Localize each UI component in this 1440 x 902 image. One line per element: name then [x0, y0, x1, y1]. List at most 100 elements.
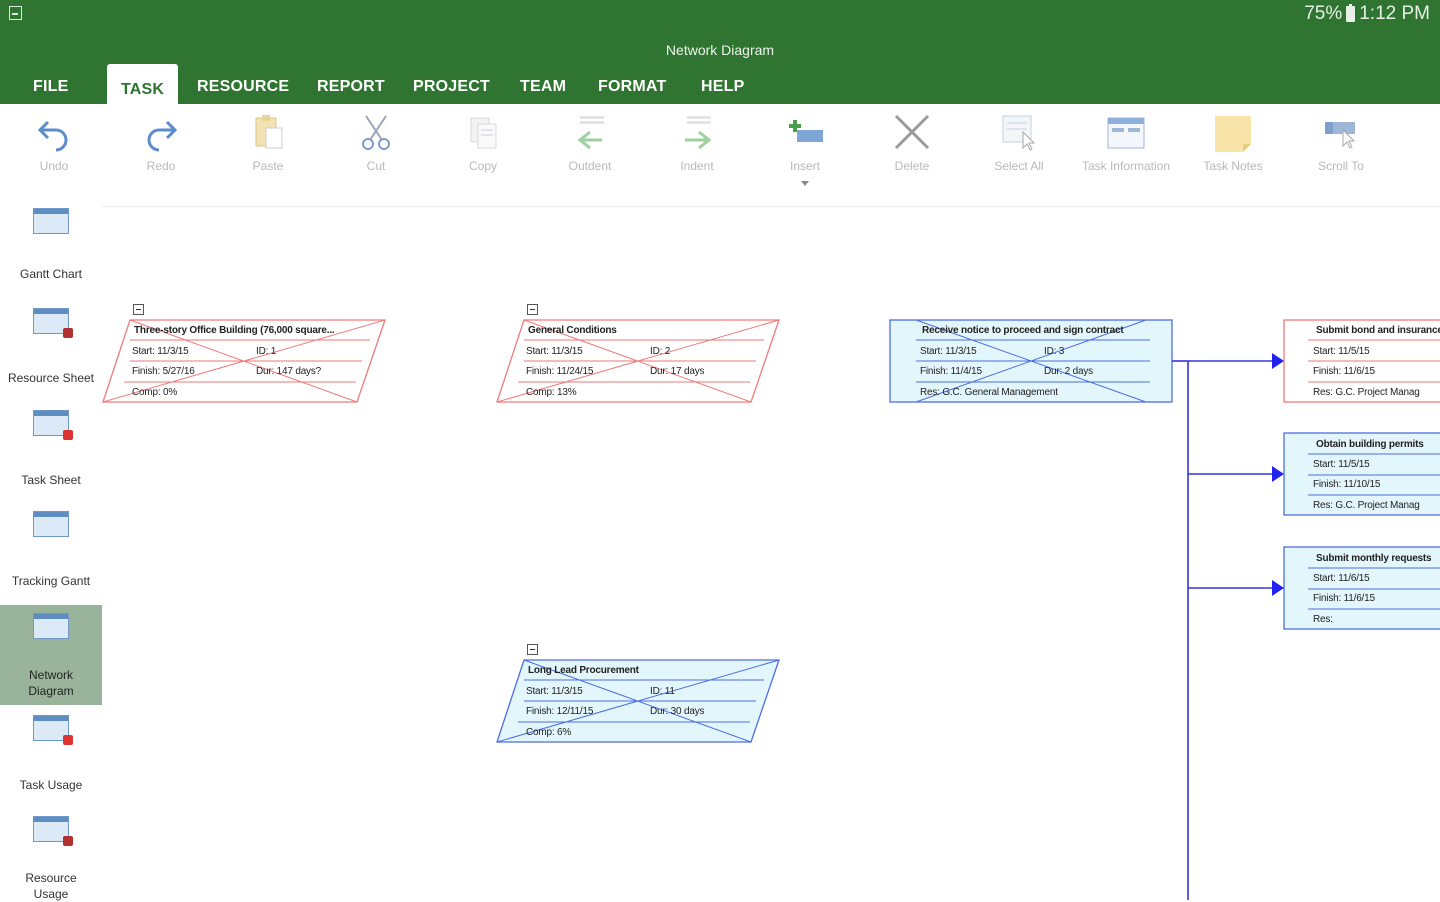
view-label: Network Diagram — [28, 668, 74, 698]
paste-icon — [255, 115, 283, 149]
network-diagram-icon — [33, 613, 69, 643]
indent-label: Indent — [680, 159, 714, 173]
outdent-icon — [577, 116, 604, 150]
node-finish: Finish: 5/27/16 — [132, 366, 195, 377]
cut-button[interactable]: Cut — [326, 112, 426, 174]
undo-button[interactable]: Undo — [4, 112, 104, 174]
view-label: Gantt Chart — [19, 267, 83, 281]
paste-button[interactable]: Paste — [218, 112, 318, 174]
redo-label: Redo — [146, 159, 176, 173]
view-task-usage[interactable]: Task Usage — [0, 711, 102, 797]
view-sidebar: Gantt Chart Resource Sheet Task Sheet Tr… — [0, 206, 102, 901]
task-notes-icon — [1215, 116, 1251, 152]
battery-level: 75% — [1304, 3, 1343, 24]
tracking-gantt-icon — [33, 511, 69, 541]
node-complete: Comp: 13% — [526, 387, 577, 398]
copy-label: Copy — [468, 159, 497, 173]
node-finish: Finish: 12/11/15 — [526, 706, 594, 717]
node-complete: Comp: 0% — [132, 387, 178, 398]
view-resource-sheet[interactable]: Resource Sheet — [0, 302, 102, 388]
node-id: ID: 1 — [256, 346, 277, 357]
tab-task[interactable]: TASK — [107, 64, 179, 104]
view-task-sheet[interactable]: Task Sheet — [0, 404, 102, 490]
redo-icon — [147, 120, 178, 152]
network-diagram-canvas[interactable]: Three-story Office Building (76,000 squa… — [102, 206, 1440, 900]
tab-resource[interactable]: RESOURCE — [197, 78, 289, 96]
ribbon-tabs: FILE TASK RESOURCE REPORT PROJECT TEAM F… — [0, 64, 1440, 104]
node-start: Start: 11/3/15 — [920, 346, 977, 357]
tab-file[interactable]: FILE — [33, 78, 68, 96]
select-all-button[interactable]: Select All — [969, 112, 1069, 174]
task-information-button[interactable]: Task Information — [1076, 112, 1176, 174]
outdent-button[interactable]: Outdent — [540, 112, 640, 174]
task-information-label: Task Information — [1081, 159, 1171, 173]
chevron-down-icon[interactable] — [800, 180, 810, 188]
copy-icon — [470, 117, 497, 149]
indent-icon — [685, 116, 712, 150]
scroll-to-label: Scroll To — [1318, 159, 1364, 173]
tab-report[interactable]: REPORT — [317, 78, 385, 96]
node-duration: Dur: 147 days? — [256, 366, 322, 377]
collapse-node-1-toggle[interactable] — [133, 304, 144, 315]
delete-label: Delete — [894, 159, 930, 173]
node-resource: Res: G.C. Project Manag — [1313, 500, 1420, 511]
node-start: Start: 11/3/15 — [526, 686, 583, 697]
delete-icon — [894, 114, 930, 150]
view-gantt-chart[interactable]: Gantt Chart — [0, 206, 102, 290]
tab-format[interactable]: FORMAT — [598, 78, 666, 96]
node-duration: Dur: 30 days — [650, 706, 705, 717]
outdent-label: Outdent — [568, 159, 612, 173]
indent-button[interactable]: Indent — [647, 112, 747, 174]
node-duration: Dur: 17 days — [650, 366, 705, 377]
view-label: Task Sheet — [21, 473, 81, 487]
tab-project[interactable]: PROJECT — [413, 78, 490, 96]
clock: 1:12 PM — [1359, 3, 1430, 24]
insert-label: Insert — [789, 159, 820, 173]
scroll-to-icon — [1325, 122, 1356, 149]
view-tracking-gantt[interactable]: Tracking Gantt — [0, 505, 102, 591]
view-network-diagram[interactable]: Network Diagram — [0, 605, 102, 705]
insert-button[interactable]: Insert — [755, 112, 855, 188]
node-title: Obtain building permits — [1316, 439, 1424, 450]
node-complete: Comp: 6% — [526, 727, 572, 738]
resource-sheet-icon — [33, 308, 73, 338]
paste-label: Paste — [252, 159, 284, 173]
tab-help[interactable]: HELP — [701, 78, 744, 96]
view-label: Task Usage — [19, 778, 83, 792]
node-start: Start: 11/3/15 — [526, 346, 583, 357]
tab-team[interactable]: TEAM — [520, 78, 566, 96]
node-resource: Res: G.C. General Management — [920, 387, 1058, 398]
resource-usage-icon — [33, 816, 73, 846]
cut-icon — [362, 115, 390, 150]
screenshot-icon — [9, 6, 22, 20]
diagram-shapes — [102, 319, 1440, 900]
insert-icon — [789, 120, 823, 142]
view-label: Tracking Gantt — [11, 574, 91, 588]
node-finish: Finish: 11/4/15 — [920, 366, 982, 377]
status-bar: 75% 1:12 PM — [1304, 3, 1430, 25]
node-title: General Conditions — [528, 325, 617, 336]
task-information-icon — [1107, 117, 1145, 149]
collapse-node-2-toggle[interactable] — [527, 304, 538, 315]
node-start: Start: 11/3/15 — [132, 346, 189, 357]
collapse-node-7-toggle[interactable] — [527, 644, 538, 655]
scroll-to-button[interactable]: Scroll To — [1291, 112, 1391, 174]
node-finish: Finish: 11/6/15 — [1313, 366, 1375, 377]
redo-button[interactable]: Redo — [111, 112, 211, 174]
node-start: Start: 11/6/15 — [1313, 573, 1370, 584]
node-resource: Res: — [1313, 614, 1333, 625]
window-title: Network Diagram — [665, 42, 775, 58]
view-label: Resource Usage — [25, 871, 77, 901]
node-resource: Res: G.C. Project Manag — [1313, 387, 1420, 398]
view-resource-usage[interactable]: Resource Usage — [0, 812, 102, 901]
task-notes-button[interactable]: Task Notes — [1183, 112, 1283, 174]
node-id: ID: 11 — [650, 686, 675, 697]
node-duration: Dur: 2 days — [1044, 366, 1093, 377]
delete-button[interactable]: Delete — [862, 112, 962, 174]
copy-button[interactable]: Copy — [433, 112, 533, 174]
node-title: Submit bond and insurance — [1316, 325, 1440, 336]
node-title: Submit monthly requests — [1316, 553, 1432, 564]
select-all-icon — [1002, 115, 1036, 151]
cut-label: Cut — [366, 159, 386, 173]
node-id: ID: 2 — [650, 346, 671, 357]
